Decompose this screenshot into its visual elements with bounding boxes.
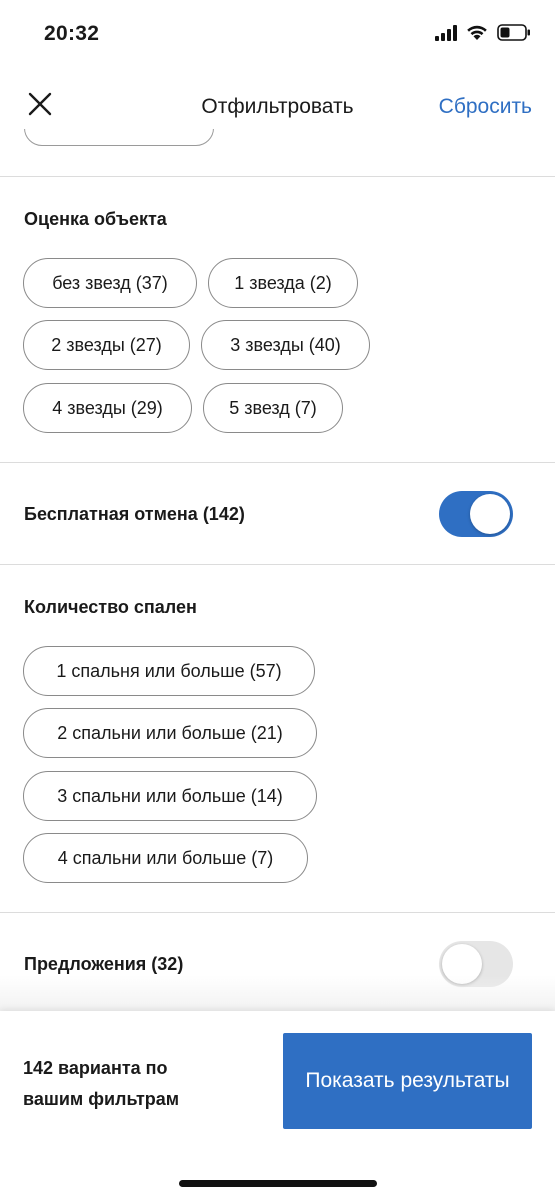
reset-button[interactable]: Сбросить: [439, 95, 532, 119]
rating-chip-no-stars[interactable]: без звезд (37): [23, 258, 197, 308]
cellular-signal-icon: [435, 24, 457, 41]
status-time: 20:32: [44, 22, 100, 45]
results-summary: 142 варианта по вашим фильтрам: [23, 1058, 180, 1109]
divider: [0, 176, 555, 177]
scroll-fade: [0, 975, 555, 1011]
bedrooms-chip-4[interactable]: 4 спальни или больше (7): [23, 833, 308, 883]
divider: [0, 564, 555, 565]
bedrooms-section-title: Количество спален: [24, 597, 197, 617]
show-results-button[interactable]: Показать результаты: [283, 1033, 532, 1129]
bedrooms-chip-2[interactable]: 2 спальни или больше (21): [23, 708, 317, 758]
rating-chip-2-stars[interactable]: 2 звезды (27): [23, 320, 190, 370]
free-cancel-label: Бесплатная отмена (142): [24, 504, 245, 524]
rating-section-title: Оценка объекта: [24, 209, 167, 229]
divider: [0, 912, 555, 913]
status-icons: [435, 24, 531, 41]
battery-icon: [497, 24, 530, 41]
divider: [0, 462, 555, 463]
bottom-action-bar: 142 варианта по вашим фильтрам Показать …: [0, 1011, 555, 1200]
status-bar: 20:32: [0, 0, 555, 72]
bedrooms-chip-1[interactable]: 1 спальня или больше (57): [23, 646, 315, 696]
bedrooms-chip-3[interactable]: 3 спальни или больше (14): [23, 771, 317, 821]
toggle-knob: [470, 494, 510, 534]
rating-chip-4-stars[interactable]: 4 звезды (29): [23, 383, 192, 433]
offers-label: Предложения (32): [24, 954, 184, 974]
rating-chip-3-stars[interactable]: 3 звезды (40): [201, 320, 370, 370]
nav-bar: Отфильтровать Сбросить: [0, 72, 555, 144]
rating-chip-1-star[interactable]: 1 звезда (2): [208, 258, 358, 308]
rating-chip-5-stars[interactable]: 5 звезд (7): [203, 383, 343, 433]
free-cancel-toggle[interactable]: [439, 491, 513, 537]
wifi-icon: [467, 25, 487, 40]
home-indicator: [179, 1180, 377, 1187]
